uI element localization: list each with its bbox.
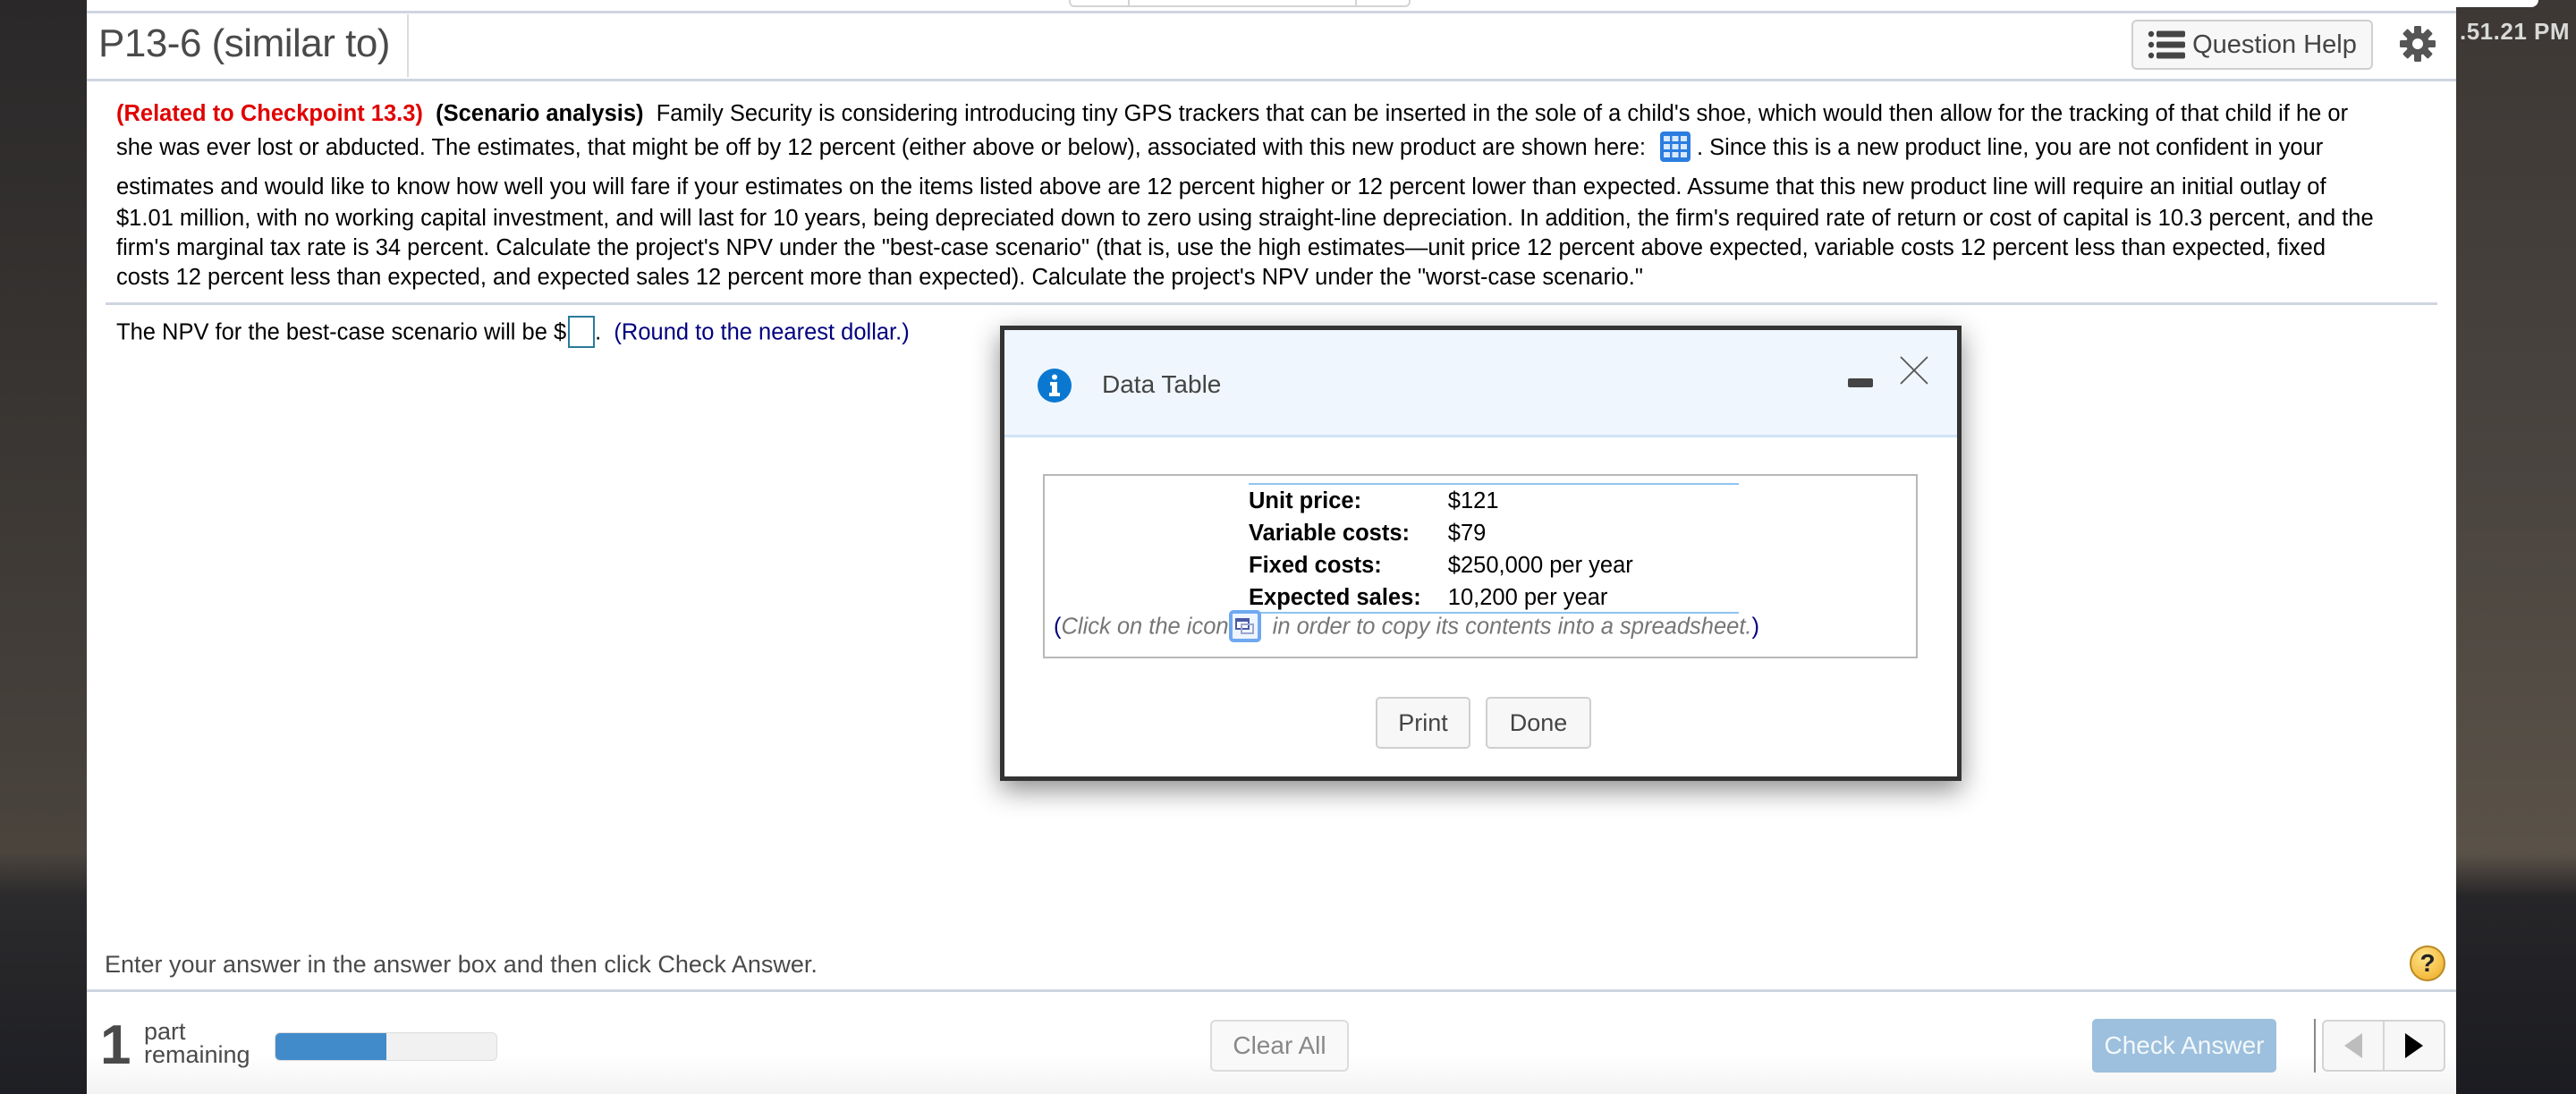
check-answer-button[interactable]: Check Answer (2092, 1019, 2276, 1073)
dialog-title: Data Table (1102, 370, 1222, 398)
progress-fill (275, 1033, 386, 1060)
system-clock: .51.21 PM (2460, 18, 2571, 45)
copy-note: (Click on the icon in order to copy its … (1054, 610, 1759, 644)
progress-bar (275, 1032, 497, 1061)
table-row: Variable costs: $79 (1245, 517, 1633, 549)
table-row: Fixed costs: $250,000 per year (1245, 549, 1633, 581)
npv-answer-input[interactable] (568, 316, 596, 348)
row-label: Unit price: (1249, 488, 1362, 513)
answer-line: The NPV for the best-case scenario will … (116, 316, 910, 350)
parts-remaining-label: part remaining (144, 1018, 250, 1068)
related-checkpoint-label: (Related to Checkpoint 13.3) (116, 101, 423, 126)
button-separator (2314, 1019, 2316, 1073)
row-label: Variable costs: (1249, 520, 1411, 546)
row-label: Fixed costs: (1249, 552, 1382, 578)
clear-all-button[interactable]: Clear All (1210, 1020, 1349, 1072)
row-value: $121 (1447, 488, 1499, 513)
triangle-left-icon (2344, 1033, 2362, 1058)
footer-divider (87, 989, 2456, 992)
header-divider (87, 79, 2456, 81)
title-divider (407, 14, 409, 77)
triangle-right-icon (2405, 1033, 2423, 1058)
estimates-table: Unit price: $121 Variable costs: $79 Fixed c… (1245, 485, 1633, 614)
copy-to-spreadsheet-icon[interactable] (1228, 610, 1261, 642)
question-help-label: Question Help (2192, 30, 2357, 59)
data-table-dialog: Data Table Unit price: $121 Variable costs… (1000, 326, 1962, 781)
row-value: $250,000 per year (1447, 552, 1633, 578)
top-divider (87, 11, 2456, 13)
instruction-text: Enter your answer in the answer box and … (105, 951, 818, 978)
done-button[interactable]: Done (1486, 697, 1591, 749)
rounding-hint: (Round to the nearest dollar.) (614, 319, 910, 345)
problem-line-3: estimates and would like to know how wel… (116, 174, 2326, 200)
info-icon (1038, 369, 1072, 403)
problem-statement: (Related to Checkpoint 13.3) (Scenario a… (116, 97, 2531, 293)
problem-line-5: firm's marginal tax rate is 34 percent. … (116, 235, 2326, 261)
table-row: Unit price: $121 (1245, 485, 1633, 517)
list-icon (2148, 30, 2186, 59)
print-button[interactable]: Print (1376, 697, 1470, 749)
help-icon[interactable]: ? (2410, 946, 2445, 981)
minimize-icon[interactable] (1848, 378, 1873, 387)
table-row: Expected sales: 10,200 per year (1245, 581, 1633, 614)
close-icon[interactable] (1899, 355, 1929, 386)
row-label: Expected sales: (1249, 584, 1421, 610)
parts-remaining-count: 1 (100, 1014, 131, 1076)
previous-question-button[interactable] (2324, 1022, 2383, 1070)
footer-bar: 1 part remaining Clear All Check Answer (87, 993, 2456, 1094)
row-value: 10,200 per year (1447, 584, 1608, 610)
screenshot-thumbnail-edge (2456, 0, 2538, 7)
page-title: P13-6 (similar to) (98, 21, 390, 65)
problem-line-1: (Related to Checkpoint 13.3) (Scenario a… (116, 101, 2349, 126)
data-table: Unit price: $121 Variable costs: $79 Fixed c… (1043, 474, 1918, 658)
data-table-icon[interactable] (1659, 131, 1691, 163)
problem-line-6: costs 12 percent less than expected, and… (116, 265, 1643, 291)
question-navigation (2322, 1020, 2445, 1072)
problem-line-2: she was ever lost or abducted. The estim… (116, 131, 2531, 165)
gear-icon[interactable] (2399, 25, 2436, 63)
top-toolbar-fragment (1069, 0, 1411, 7)
problem-divider (106, 302, 2437, 305)
row-value: $79 (1447, 520, 1487, 546)
question-help-button[interactable]: Question Help (2131, 20, 2373, 70)
problem-line-4: $1.01 million, with no working capital i… (116, 206, 2374, 232)
dialog-header[interactable]: Data Table (1004, 330, 1957, 437)
topic-label: (Scenario analysis) (436, 101, 644, 126)
next-question-button[interactable] (2383, 1022, 2444, 1070)
